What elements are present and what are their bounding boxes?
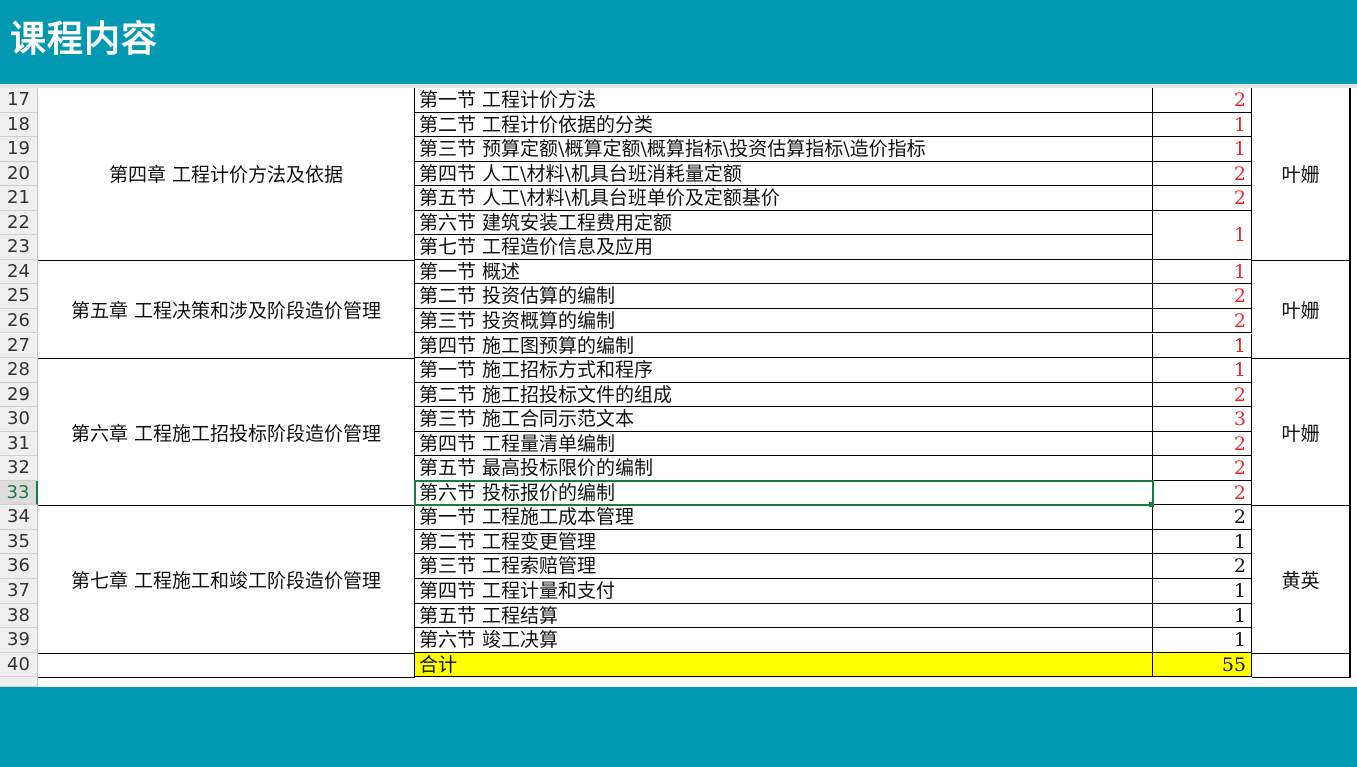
section-cell[interactable]: 第四节 施工图预算的编制 xyxy=(415,333,1153,359)
hours-cell[interactable]: 2 xyxy=(1153,88,1252,113)
hours-cell[interactable]: 2 xyxy=(1153,554,1252,579)
hours-cell[interactable]: 1 xyxy=(1153,137,1252,162)
hours-cell[interactable]: 2 xyxy=(1153,284,1252,309)
teacher-name: 叶姗 xyxy=(1281,164,1320,187)
row-number[interactable]: 20 xyxy=(0,161,38,187)
teacher-cell[interactable]: 黄英 xyxy=(1252,506,1350,654)
hours-cell[interactable]: 1 xyxy=(1153,259,1252,285)
chapter-cell[interactable]: 第五章 工程决策和涉及阶段造价管理 xyxy=(38,260,415,360)
section-cell[interactable]: 第三节 施工合同示范文本 xyxy=(415,407,1153,432)
teacher-cell[interactable]: 叶姗 xyxy=(1252,88,1350,261)
fill-handle[interactable] xyxy=(1149,502,1154,507)
row-number[interactable]: 38 xyxy=(0,603,38,629)
section-cell[interactable]: 第五节 最高投标限价的编制 xyxy=(415,456,1153,481)
hours-cell[interactable]: 1 xyxy=(1153,112,1252,138)
slide-title: 课程内容 xyxy=(10,19,159,60)
hours-cell[interactable]: 1 xyxy=(1153,579,1252,604)
slide-footer xyxy=(0,687,1357,767)
section-cell[interactable]: 第五节 工程结算 xyxy=(415,603,1153,629)
hours-cell[interactable]: 3 xyxy=(1153,407,1252,432)
section-cell[interactable]: 第二节 投资估算的编制 xyxy=(415,284,1153,309)
row-number[interactable]: 34 xyxy=(0,505,38,530)
section-cell[interactable]: 第三节 预算定额\概算定额\概算指标\投资估算指标\造价指标 xyxy=(415,137,1153,162)
row-number[interactable]: 26 xyxy=(0,308,38,334)
row-number[interactable]: 35 xyxy=(0,529,38,555)
chapter-title: 第七章 工程施工和竣工阶段造价管理 xyxy=(70,569,382,592)
spreadsheet-grid[interactable]: 17 18 19 20 21 22 23 24 25 26 27 28 29 3… xyxy=(0,84,1357,687)
chapter-cell[interactable]: 第七章 工程施工和竣工阶段造价管理 xyxy=(38,506,415,654)
teacher-name: 黄英 xyxy=(1281,569,1320,592)
row-number[interactable]: 19 xyxy=(0,137,38,162)
section-cell[interactable]: 第七节 工程造价信息及应用 xyxy=(415,235,1153,260)
hours-cell[interactable]: 2 xyxy=(1153,382,1252,408)
row-number[interactable]: 36 xyxy=(0,554,38,579)
section-cell[interactable]: 第五节 人工\材料\机具台班单价及定额基价 xyxy=(415,186,1153,211)
total-hours-cell[interactable]: 55 xyxy=(1153,652,1252,678)
teacher-cell[interactable]: 叶姗 xyxy=(1252,359,1350,507)
teacher-cell[interactable]: 叶姗 xyxy=(1252,260,1350,360)
row-number[interactable]: 40 xyxy=(0,652,38,678)
hours-cell[interactable]: 2 xyxy=(1153,456,1252,481)
hours-cell[interactable]: 2 xyxy=(1153,161,1252,187)
row-number[interactable]: 30 xyxy=(0,407,38,432)
chapter-title: 第五章 工程决策和涉及阶段造价管理 xyxy=(70,299,382,322)
hours-cell[interactable]: 2 xyxy=(1153,480,1252,506)
chapter-title: 第六章 工程施工招投标阶段造价管理 xyxy=(70,422,382,445)
row-number[interactable]: 23 xyxy=(0,235,38,260)
section-cell[interactable]: 第一节 工程施工成本管理 xyxy=(415,505,1153,530)
teacher-name: 叶姗 xyxy=(1281,422,1320,445)
section-cell[interactable]: 第三节 投资概算的编制 xyxy=(415,308,1153,334)
row-number[interactable]: 27 xyxy=(0,333,38,359)
row-number[interactable]: 37 xyxy=(0,579,38,604)
total-label-cell[interactable]: 合计 xyxy=(415,652,1153,678)
hours-cell-merged[interactable]: 1 xyxy=(1153,210,1252,260)
section-cell[interactable]: 第一节 工程计价方法 xyxy=(415,88,1153,113)
chapter-title: 第四章 工程计价方法及依据 xyxy=(108,164,344,187)
row-number[interactable]: 22 xyxy=(0,210,38,236)
hours-cell[interactable]: 1 xyxy=(1153,603,1252,629)
row-number[interactable]: 31 xyxy=(0,431,38,457)
row-number[interactable]: 25 xyxy=(0,284,38,309)
section-cell[interactable]: 第一节 施工招标方式和程序 xyxy=(415,358,1153,383)
hours-cell[interactable]: 1 xyxy=(1153,628,1252,653)
chapter-cell[interactable]: 第四章 工程计价方法及依据 xyxy=(38,88,415,261)
hours-cell[interactable]: 2 xyxy=(1153,186,1252,211)
row-number[interactable]: 32 xyxy=(0,456,38,481)
hours-cell[interactable]: 2 xyxy=(1153,308,1252,334)
section-cell[interactable]: 第一节 概述 xyxy=(415,259,1153,285)
row-number[interactable]: 28 xyxy=(0,358,38,383)
section-cell[interactable]: 第二节 施工招投标文件的组成 xyxy=(415,382,1153,408)
hours-cell[interactable]: 1 xyxy=(1153,358,1252,383)
slide-header: 课程内容 xyxy=(0,0,1357,84)
section-cell[interactable]: 第二节 工程变更管理 xyxy=(415,529,1153,555)
section-cell-selected[interactable]: 第六节 投标报价的编制 xyxy=(415,480,1153,506)
section-cell[interactable]: 第六节 竣工决算 xyxy=(415,628,1153,653)
section-cell[interactable]: 第四节 工程计量和支付 xyxy=(415,579,1153,604)
hours-cell[interactable]: 1 xyxy=(1153,333,1252,359)
row-number[interactable]: 21 xyxy=(0,186,38,211)
section-cell[interactable]: 第六节 建筑安装工程费用定额 xyxy=(415,210,1153,236)
hours-cell[interactable]: 1 xyxy=(1153,529,1252,555)
hours-cell[interactable]: 2 xyxy=(1153,431,1252,457)
chapter-cell[interactable]: 第六章 工程施工招投标阶段造价管理 xyxy=(38,359,415,507)
row-number-partial[interactable] xyxy=(0,677,38,687)
section-cell[interactable]: 第二节 工程计价依据的分类 xyxy=(415,112,1153,138)
row-number-selected[interactable]: 33 xyxy=(0,480,38,506)
empty-cell[interactable] xyxy=(38,653,415,679)
section-cell[interactable]: 第四节 工程量清单编制 xyxy=(415,431,1153,457)
row-number[interactable]: 24 xyxy=(0,259,38,285)
column-divider xyxy=(1350,88,1351,678)
hours-cell[interactable]: 2 xyxy=(1153,505,1252,530)
row-number[interactable]: 17 xyxy=(0,88,38,113)
teacher-name: 叶姗 xyxy=(1281,299,1320,322)
section-cell[interactable]: 第三节 工程索赔管理 xyxy=(415,554,1153,579)
row-number[interactable]: 39 xyxy=(0,628,38,653)
row-number[interactable]: 29 xyxy=(0,382,38,408)
row-number[interactable]: 18 xyxy=(0,112,38,138)
section-cell[interactable]: 第四节 人工\材料\机具台班消耗量定额 xyxy=(415,161,1153,187)
empty-cell[interactable] xyxy=(1252,653,1350,679)
